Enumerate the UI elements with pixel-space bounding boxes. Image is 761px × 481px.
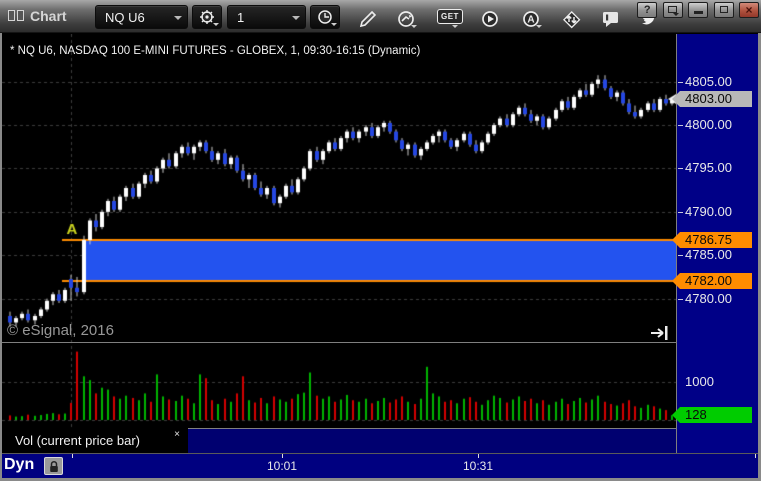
interval-value: 1 — [237, 10, 245, 25]
maximize-icon — [719, 6, 728, 13]
minimize-button[interactable] — [688, 2, 709, 18]
symbol-settings-button[interactable] — [192, 5, 222, 29]
lock-button[interactable] — [44, 457, 63, 475]
time-axis-label: 10:31 — [462, 459, 494, 473]
price-axis[interactable]: 4805.00 4800.00 4795.00 4790.00 4785.00 4780.… — [672, 34, 758, 453]
time-axis-label: 10:01 — [266, 459, 298, 473]
volume-axis-label: 1000 — [685, 374, 714, 389]
get-icon: GET — [437, 9, 463, 24]
close-button[interactable]: × — [739, 2, 759, 18]
zone-bottom-tag: 4782.00 — [672, 273, 752, 289]
price-axis-label: 4790.00 — [678, 204, 732, 220]
help-button[interactable]: ? — [637, 2, 658, 18]
minimize-icon — [693, 11, 703, 14]
time-axis-tick — [72, 454, 73, 458]
chevron-down-icon[interactable] — [292, 16, 300, 20]
chart-canvas[interactable] — [2, 34, 677, 428]
pencil-icon — [359, 10, 377, 28]
price-axis-label: 4785.00 — [678, 247, 732, 263]
chevron-down-icon — [411, 25, 417, 28]
volume-tab-label: Vol (current price bar) — [15, 433, 140, 448]
time-template-button[interactable] — [310, 5, 340, 29]
price-axis-label: 4800.00 — [678, 117, 732, 133]
chart-window-icon — [8, 9, 26, 22]
lock-icon — [49, 460, 58, 472]
symbol-value: NQ U6 — [105, 10, 145, 25]
time-axis-tick — [755, 454, 756, 458]
price-axis-label: 4805.00 — [678, 74, 732, 90]
titlebar[interactable]: Chart NQ U6 1 GET A ? × — [0, 0, 761, 33]
chart-window: Chart NQ U6 1 GET A ? × * NQ U6, NASDAQ … — [0, 0, 761, 481]
time-axis-tick — [478, 454, 479, 458]
window-title: Chart — [30, 8, 67, 24]
indicator-tab-row: Vol (current price bar) × — [0, 428, 676, 453]
zone-top-tag: 4786.75 — [672, 232, 752, 248]
swap-arrows-button[interactable] — [560, 8, 584, 30]
axis-tick — [678, 299, 683, 300]
axis-tick — [678, 168, 683, 169]
play-icon — [482, 11, 498, 27]
maximize-button[interactable] — [713, 2, 734, 18]
window-controls: ? × — [636, 2, 759, 19]
close-tab-icon[interactable]: × — [174, 430, 180, 440]
popout-button[interactable] — [662, 2, 683, 18]
pane-divider[interactable] — [0, 342, 758, 343]
axis-tick — [678, 212, 683, 213]
a-circle-icon: A — [523, 11, 539, 27]
scroll-to-latest-button[interactable] — [649, 324, 673, 342]
svg-text:A: A — [527, 15, 534, 26]
time-axis-tick — [282, 454, 283, 458]
reload-chart-button[interactable] — [395, 8, 419, 30]
dynamic-mode-label: Dyn — [4, 456, 35, 473]
speech-bubble-icon — [603, 12, 618, 27]
time-axis[interactable]: Dyn 10:01 10:31 — [0, 453, 761, 478]
auto-study-button[interactable]: A — [520, 8, 544, 30]
price-axis-label: 4795.00 — [678, 160, 732, 176]
last-price-tag: 4803.00 — [672, 91, 752, 107]
window-frame-left — [0, 33, 2, 481]
chevron-down-icon — [536, 25, 542, 28]
current-volume-tag: 128 — [672, 407, 752, 423]
arrow-to-bar-icon — [651, 326, 668, 340]
axis-tick — [678, 82, 683, 83]
price-axis-label: 4780.00 — [678, 291, 732, 307]
refresh-chart-icon — [398, 11, 414, 27]
tab-row-filler — [188, 428, 676, 453]
get-data-button[interactable]: GET — [436, 8, 463, 30]
axis-tick — [678, 125, 683, 126]
popout-icon — [668, 6, 680, 16]
chevron-down-icon — [452, 25, 458, 28]
chevron-down-icon[interactable] — [174, 16, 182, 20]
symbol-input[interactable]: NQ U6 — [95, 5, 188, 29]
replay-button[interactable] — [479, 8, 503, 30]
swap-arrows-icon — [563, 11, 581, 29]
chart-title: * NQ U6, NASDAQ 100 E-MINI FUTURES - GLO… — [10, 45, 421, 57]
volume-indicator-tab[interactable]: Vol (current price bar) × — [6, 429, 188, 453]
axis-tick — [678, 255, 683, 256]
comment-button[interactable] — [600, 8, 624, 30]
draw-tool-button[interactable] — [357, 8, 381, 30]
copyright-text: © eSignal, 2016 — [7, 322, 114, 339]
chevron-down-icon — [213, 23, 219, 26]
interval-input[interactable]: 1 — [227, 5, 306, 29]
chevron-down-icon — [331, 23, 337, 26]
